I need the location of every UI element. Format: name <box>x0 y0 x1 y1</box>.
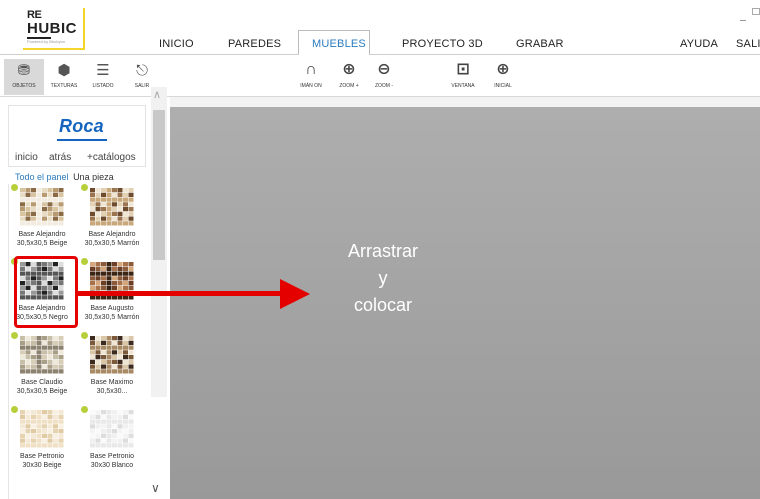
add-item-icon[interactable] <box>11 184 18 191</box>
catalog-item-size: 30x30 Blanco <box>90 462 134 469</box>
cube-icon: ⬢ <box>57 62 71 79</box>
menu-inicio[interactable]: INICIO <box>159 38 194 50</box>
brand-logo-underline <box>57 139 107 141</box>
catalog-item-name: Base Alejandro <box>18 231 66 238</box>
brand-header: Roca inicio atrás +catálogos <box>8 105 146 167</box>
catalog-item-label: Base Alejandro 30,5x30,5 Marrón <box>79 230 145 248</box>
catalog-nav-mas-catalogos[interactable]: +catálogos <box>87 152 136 163</box>
catalog-item[interactable]: Base Maximo 30,5x30... <box>79 332 145 404</box>
texturas-button[interactable]: ⬢ TEXTURAS <box>44 59 84 95</box>
logo-text-hubic: HUBIC <box>27 20 77 37</box>
objetos-label: OBJETOS <box>12 83 36 89</box>
instruction-line-3: colocar <box>353 295 413 315</box>
chevron-down-icon[interactable]: ∨ <box>151 481 160 495</box>
catalog-item-name: Base Claudio <box>21 379 63 386</box>
tile-thumbnail <box>20 410 64 448</box>
tab-todo-el-panel[interactable]: Todo el panel <box>15 172 69 182</box>
catalog-item-name: Base Maximo <box>90 379 134 386</box>
menu-paredes[interactable]: PAREDES <box>228 38 281 50</box>
zoom-window-icon: ⊡ <box>456 61 470 78</box>
add-item-icon[interactable] <box>81 184 88 191</box>
tile-thumbnail <box>90 336 134 374</box>
catalog-item[interactable]: Base Alejandro 30,5x30,5 Marrón <box>79 184 145 256</box>
menu-ayuda[interactable]: AYUDA <box>680 38 718 50</box>
catalog-item-label: Base Augusto 30,5x30,5 Marrón <box>79 304 145 322</box>
tile-thumbnail <box>20 188 64 226</box>
catalog-item-label: Base Maximo 30,5x30... <box>79 378 145 396</box>
exit-icon: ⎋ <box>136 62 148 79</box>
zoom-out-button[interactable]: ⊖ ZOOM - <box>362 59 406 95</box>
ventana-button[interactable]: ⊡ VENTANA <box>441 59 485 95</box>
catalog-item-label: Base Alejandro 30,5x30,5 Beige <box>9 230 75 248</box>
catalog-item[interactable]: Base Petronio 30x30 Beige <box>9 406 75 478</box>
tab-una-pieza[interactable]: Una pieza <box>73 172 114 182</box>
catalog-nav-atras[interactable]: atrás <box>49 152 71 163</box>
window-minimize-button[interactable] <box>740 20 746 21</box>
zoom-reset-icon: ⊕ <box>496 61 510 78</box>
logo-tagline: Powered by Bhubyon <box>27 39 66 44</box>
chevron-up-icon[interactable]: ∧ <box>153 88 161 101</box>
catalog-item[interactable]: Base Petronio 30x30 Blanco <box>79 406 145 478</box>
window-maximize-button[interactable] <box>752 8 760 15</box>
catalog-item-size: 30,5x30... <box>96 388 128 395</box>
catalog-item-size: 30,5x30,5 Marrón <box>84 314 140 321</box>
catalog-item-label: Base Claudio 30,5x30,5 Beige <box>9 378 75 396</box>
menu-proyecto-3d[interactable]: PROYECTO 3D <box>402 38 483 50</box>
catalog-nav-inicio[interactable]: inicio <box>15 152 38 163</box>
zoom-out-label: ZOOM - <box>374 83 394 89</box>
menu-muebles[interactable]: MUEBLES <box>312 38 366 50</box>
catalog-grid: Base Alejandro 30,5x30,5 Beige Base Alejan… <box>8 184 150 499</box>
add-item-icon[interactable] <box>11 406 18 413</box>
listado-button[interactable]: ☰ LISTADO <box>83 59 123 95</box>
menu-grabar[interactable]: GRABAR <box>516 38 564 50</box>
add-item-icon[interactable] <box>81 406 88 413</box>
toolbar: ⛃ OBJETOS ⬢ TEXTURAS ☰ LISTADO ⎋ SALIR ∩… <box>0 55 760 97</box>
catalog-item-name: Base Petronio <box>20 453 64 460</box>
instruction-line-1: Arrastrar <box>347 241 418 261</box>
panel-tabs: Todo el panel Una pieza <box>15 172 114 182</box>
tile-thumbnail <box>90 410 134 448</box>
catalog-item-size: 30x30 Beige <box>22 462 62 469</box>
drag-arrow-head-icon <box>280 279 310 309</box>
catalog-item-name: Base Augusto <box>90 305 134 312</box>
texturas-label: TEXTURAS <box>50 83 78 89</box>
list-icon: ☰ <box>96 62 110 79</box>
tile-thumbnail <box>90 188 134 226</box>
catalog-scrollbar-thumb[interactable] <box>153 110 165 260</box>
catalog-item-size: 30,5x30,5 Beige <box>16 388 68 395</box>
objetos-button[interactable]: ⛃ OBJETOS <box>4 59 44 95</box>
objects-icon: ⛃ <box>17 62 31 79</box>
menu-salir[interactable]: SALIR <box>736 38 760 50</box>
instruction-line-2: y <box>378 268 388 288</box>
drag-drop-instruction: Arrastrar y colocar <box>318 238 448 319</box>
add-item-icon[interactable] <box>81 332 88 339</box>
catalog-item[interactable]: Base Alejandro 30,5x30,5 Beige <box>9 184 75 256</box>
drag-arrow-line <box>78 291 284 296</box>
catalog-item-size: 30,5x30,5 Marrón <box>84 240 140 247</box>
zoom-out-icon: ⊖ <box>377 61 391 78</box>
catalog-item-size: 30,5x30,5 Beige <box>16 240 68 247</box>
catalog-item-name: Base Alejandro <box>88 231 136 238</box>
inicial-button[interactable]: ⊕ INICIAL <box>481 59 525 95</box>
add-item-icon[interactable] <box>81 258 88 265</box>
listado-label: LISTADO <box>92 83 114 89</box>
brand-logo-roca[interactable]: Roca <box>59 116 104 137</box>
ventana-label: VENTANA <box>451 83 475 89</box>
catalog-item-label: Base Petronio 30x30 Blanco <box>79 452 145 470</box>
app-logo: RE HUBIC Powered by Bhubyon <box>23 8 85 50</box>
add-item-icon[interactable] <box>11 332 18 339</box>
top-menu-bar: RE HUBIC Powered by Bhubyon INICIO PARED… <box>0 0 760 56</box>
catalog-item-name: Base Petronio <box>90 453 134 460</box>
catalog-item-label: Base Petronio 30x30 Beige <box>9 452 75 470</box>
selected-item-highlight <box>14 256 78 328</box>
design-canvas[interactable] <box>170 107 760 499</box>
tile-thumbnail <box>20 336 64 374</box>
catalog-item[interactable]: Base Claudio 30,5x30,5 Beige <box>9 332 75 404</box>
inicial-label: INICIAL <box>494 83 512 89</box>
